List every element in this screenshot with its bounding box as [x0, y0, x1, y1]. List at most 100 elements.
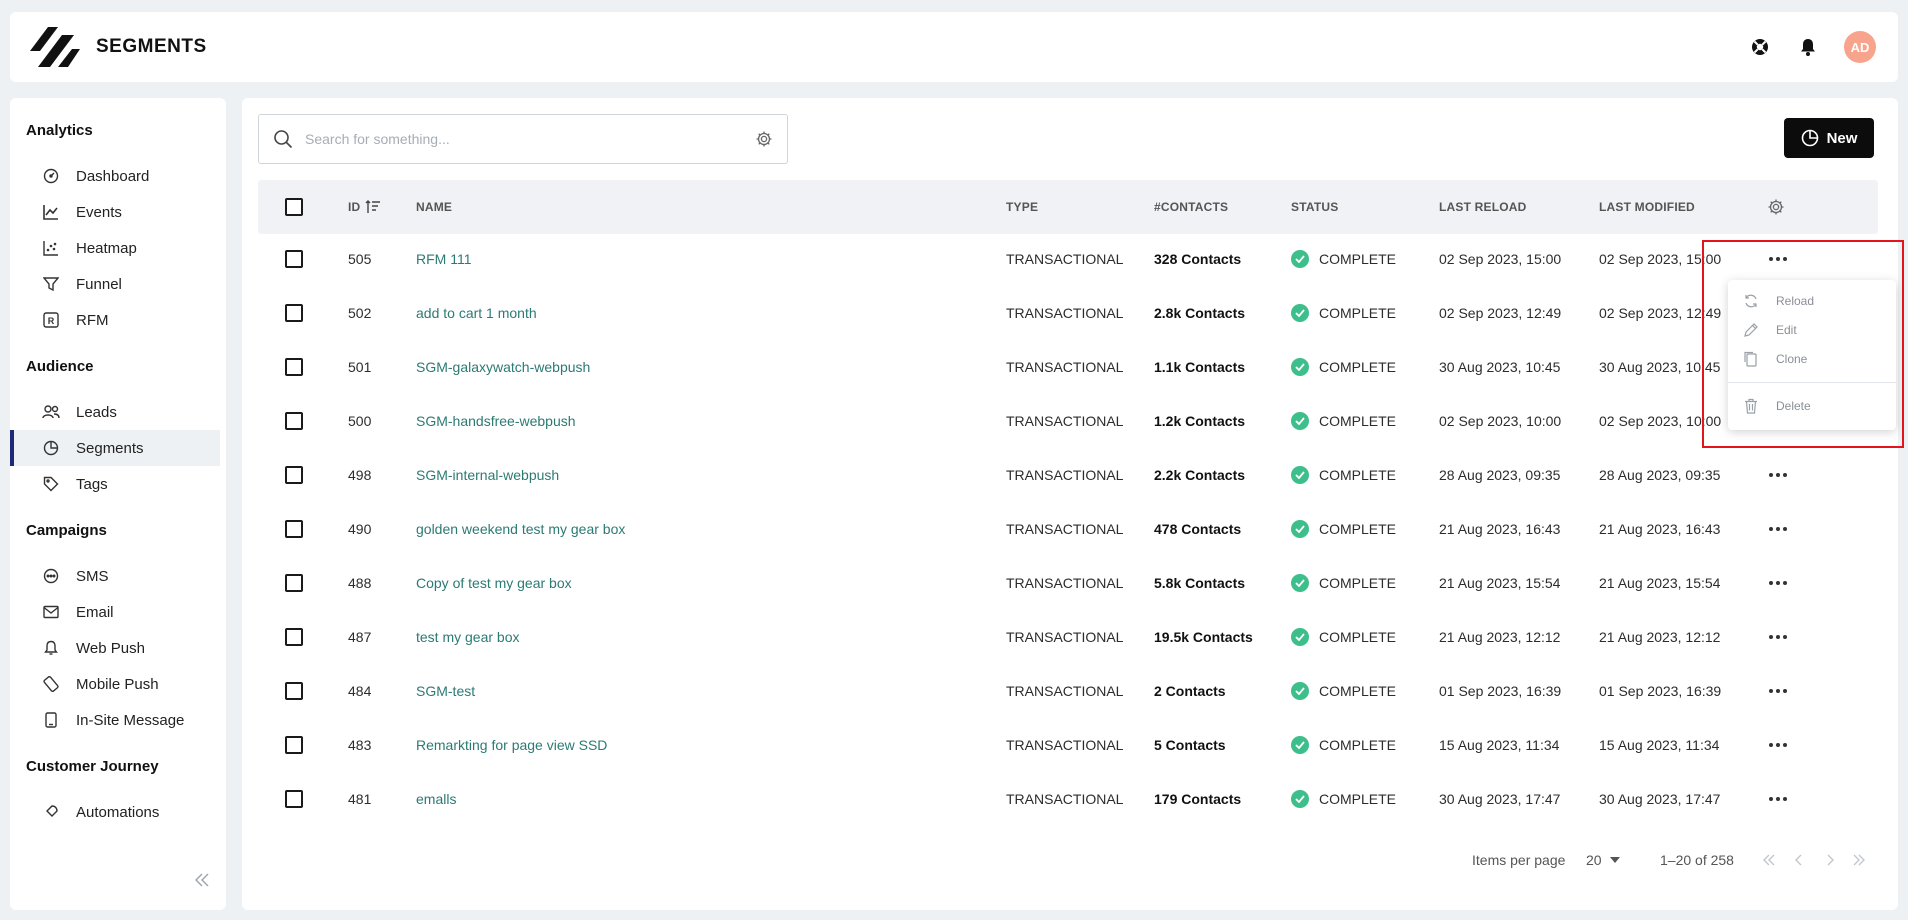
table-row[interactable]: 483 Remarkting for page view SSD TRANSACTI…	[258, 718, 1878, 772]
column-contacts[interactable]: #CONTACTS	[1154, 180, 1228, 234]
segment-name-link[interactable]: SGM-test	[416, 683, 475, 699]
column-status[interactable]: STATUS	[1291, 180, 1338, 234]
menu-item-reload[interactable]: Reload	[1728, 286, 1896, 315]
row-more-actions-icon[interactable]	[1767, 772, 1788, 826]
row-checkbox[interactable]	[285, 250, 303, 268]
row-checkbox[interactable]	[285, 682, 303, 700]
sidebar-item-events[interactable]: Events	[10, 194, 226, 230]
table-row[interactable]: 488 Copy of test my gear box TRANSACTIONAL…	[258, 556, 1878, 610]
segment-name-link[interactable]: SGM-internal-webpush	[416, 467, 559, 483]
segment-name-link[interactable]: test my gear box	[416, 629, 520, 645]
sidebar-item-label: Email	[76, 603, 114, 621]
sidebar-item-mobile-push[interactable]: Mobile Push	[10, 666, 226, 702]
row-more-actions-icon[interactable]	[1767, 610, 1788, 664]
sidebar-item-heatmap[interactable]: Heatmap	[10, 230, 226, 266]
segment-name-link[interactable]: Remarkting for page view SSD	[416, 737, 607, 753]
previous-page-icon[interactable]	[1794, 848, 1804, 872]
segment-name-link[interactable]: RFM 111	[416, 251, 472, 267]
row-checkbox[interactable]	[285, 736, 303, 754]
column-name[interactable]: NAME	[416, 180, 452, 234]
sidebar-item-label: In-Site Message	[76, 711, 185, 729]
menu-item-delete[interactable]: Delete	[1728, 391, 1896, 420]
menu-item-edit[interactable]: Edit	[1728, 315, 1896, 344]
check-circle-icon	[1291, 736, 1309, 754]
row-type: TRANSACTIONAL	[1006, 305, 1124, 321]
column-last-modified[interactable]: LAST MODIFIED	[1599, 180, 1695, 234]
next-page-icon[interactable]	[1825, 848, 1835, 872]
table-row[interactable]: 498 SGM-internal-webpush TRANSACTIONAL 2.2k…	[258, 448, 1878, 502]
sidebar-item-leads[interactable]: Leads	[10, 394, 226, 430]
last-page-icon[interactable]	[1852, 848, 1866, 872]
sidebar-item-label: Tags	[76, 475, 108, 493]
segment-name-link[interactable]: emalls	[416, 791, 456, 807]
sort-ascending-icon[interactable]	[365, 200, 381, 214]
row-checkbox[interactable]	[285, 304, 303, 322]
table-row[interactable]: 484 SGM-test TRANSACTIONAL 2 Contacts COMPLE…	[258, 664, 1878, 718]
row-more-actions-icon[interactable]	[1767, 556, 1788, 610]
table-row[interactable]: 487 test my gear box TRANSACTIONAL 19.5k Co…	[258, 610, 1878, 664]
segment-name-link[interactable]: SGM-galaxywatch-webpush	[416, 359, 590, 375]
sidebar-item-rfm[interactable]: R RFM	[10, 302, 226, 338]
row-more-actions-icon[interactable]	[1767, 448, 1788, 502]
row-checkbox[interactable]	[285, 412, 303, 430]
row-last-modified: 21 Aug 2023, 16:43	[1599, 521, 1721, 537]
sidebar-item-dashboard[interactable]: Dashboard	[10, 158, 226, 194]
row-checkbox[interactable]	[285, 628, 303, 646]
check-circle-icon	[1291, 790, 1309, 808]
table-row[interactable]: 490 golden weekend test my gear box TRANSA…	[258, 502, 1878, 556]
row-last-reload: 01 Sep 2023, 16:39	[1439, 683, 1562, 699]
row-checkbox[interactable]	[285, 574, 303, 592]
row-more-actions-icon[interactable]	[1767, 232, 1788, 286]
collapse-sidebar-icon[interactable]	[192, 870, 212, 890]
row-id: 481	[348, 791, 372, 807]
row-checkbox[interactable]	[285, 520, 303, 538]
table-row[interactable]: 502 add to cart 1 month TRANSACTIONAL 2.8k …	[258, 286, 1878, 340]
table-row[interactable]: 481 emalls TRANSACTIONAL 179 Contacts COMPLE…	[258, 772, 1878, 826]
segment-name-link[interactable]: golden weekend test my gear box	[416, 521, 625, 537]
segment-name-link[interactable]: SGM-handsfree-webpush	[416, 413, 576, 429]
column-last-reload[interactable]: LAST RELOAD	[1439, 180, 1527, 234]
column-type[interactable]: TYPE	[1006, 180, 1038, 234]
items-per-page-select[interactable]: 20	[1586, 848, 1620, 872]
row-checkbox[interactable]	[285, 790, 303, 808]
row-checkbox[interactable]	[285, 358, 303, 376]
sidebar-item-label: Dashboard	[76, 167, 150, 185]
segment-name-link[interactable]: add to cart 1 month	[416, 305, 537, 321]
row-id: 490	[348, 521, 372, 537]
table-row[interactable]: 505 RFM 111 TRANSACTIONAL 328 Contacts COMPL…	[258, 232, 1878, 286]
search-settings-gear-icon[interactable]	[755, 130, 773, 148]
sidebar-item-email[interactable]: Email	[10, 594, 226, 630]
select-all-checkbox[interactable]	[285, 198, 303, 216]
new-segment-button[interactable]: New	[1784, 118, 1874, 158]
row-checkbox[interactable]	[285, 466, 303, 484]
sidebar-item-funnel[interactable]: Funnel	[10, 266, 226, 302]
sidebar-item-tags[interactable]: Tags	[10, 466, 226, 502]
segment-name-link[interactable]: Copy of test my gear box	[416, 575, 572, 591]
table-row[interactable]: 501 SGM-galaxywatch-webpush TRANSACTIONAL 1…	[258, 340, 1878, 394]
search-input[interactable]	[305, 131, 755, 147]
sidebar-section-campaigns: Campaigns	[26, 522, 107, 539]
row-status: COMPLETE	[1319, 791, 1397, 807]
row-more-actions-icon[interactable]	[1767, 664, 1788, 718]
sidebar-item-web-push[interactable]: Web Push	[10, 630, 226, 666]
search-icon	[273, 129, 293, 149]
brand-logo-icon[interactable]	[26, 21, 82, 73]
row-type: TRANSACTIONAL	[1006, 791, 1124, 807]
sidebar-item-sms[interactable]: SMS	[10, 558, 226, 594]
menu-item-clone[interactable]: Clone	[1728, 344, 1896, 373]
column-id[interactable]: ID	[348, 180, 381, 234]
row-type: TRANSACTIONAL	[1006, 629, 1124, 645]
row-id: 500	[348, 413, 372, 429]
sidebar-item-in-site-message[interactable]: In-Site Message	[10, 702, 226, 738]
notifications-bell-icon[interactable]	[1796, 35, 1820, 59]
row-more-actions-icon[interactable]	[1767, 502, 1788, 556]
sidebar-item-automations[interactable]: Automations	[10, 794, 226, 830]
user-avatar[interactable]: AD	[1844, 31, 1876, 63]
table-row[interactable]: 500 SGM-handsfree-webpush TRANSACTIONAL 1.2…	[258, 394, 1878, 448]
page-title: SEGMENTS	[96, 36, 207, 57]
help-lifebuoy-icon[interactable]	[1748, 35, 1772, 59]
column-settings-gear-icon[interactable]	[1767, 180, 1785, 234]
row-more-actions-icon[interactable]	[1767, 718, 1788, 772]
sidebar-item-segments[interactable]: Segments	[10, 430, 220, 466]
first-page-icon[interactable]	[1762, 848, 1776, 872]
